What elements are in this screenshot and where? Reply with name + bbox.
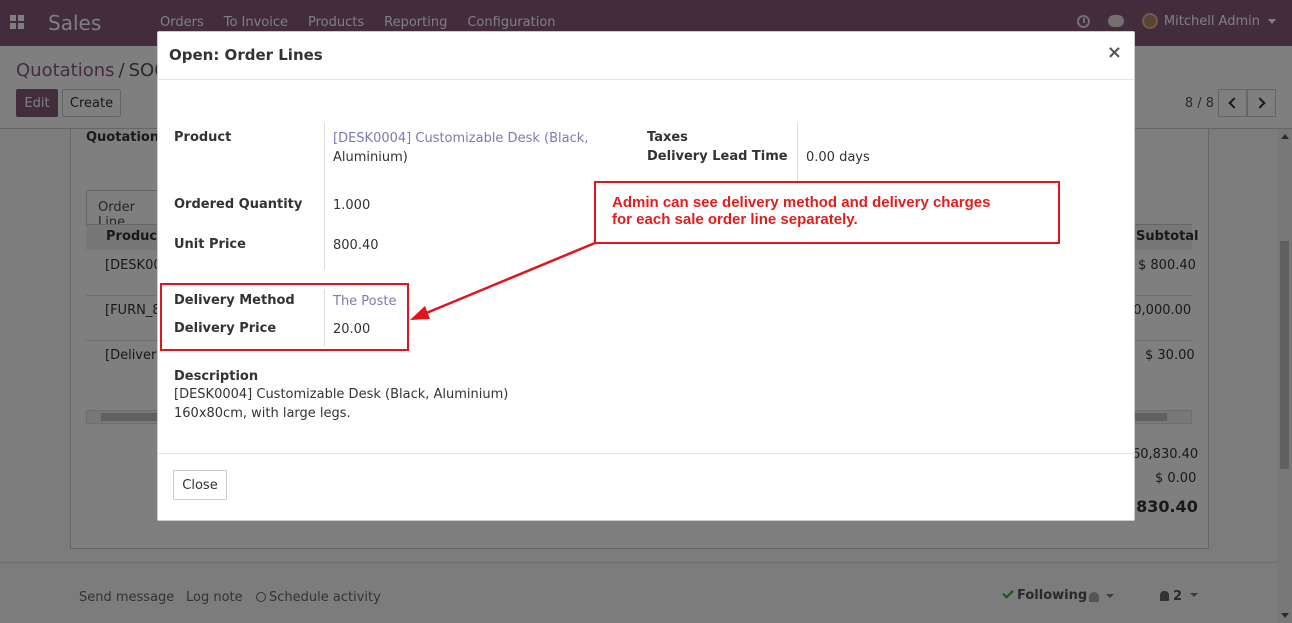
dialog-footer: Close [158, 453, 1134, 520]
order-line-dialog: Open: Order Lines × Product [DESK0004] C… [157, 31, 1135, 521]
annotation-arrow-icon [410, 241, 596, 320]
close-button[interactable]: Close [173, 470, 227, 500]
